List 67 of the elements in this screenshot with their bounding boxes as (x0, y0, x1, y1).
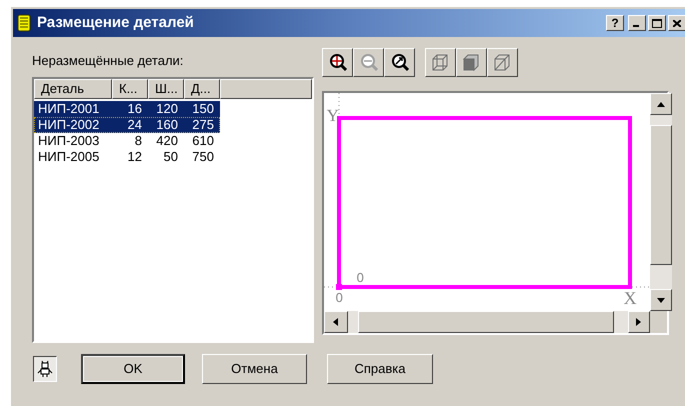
zoom-in-icon (327, 52, 348, 72)
list-cell-text: 16 (126, 101, 143, 117)
solid-cube-button[interactable] (456, 48, 487, 76)
y-axis-label: Y (326, 107, 339, 124)
window-title: Размещение деталей (37, 12, 195, 33)
horizontal-scrollbar[interactable] (324, 311, 650, 333)
list-row[interactable]: НИП-2001 16 120 150 (34, 101, 220, 117)
zoom-fit-icon (389, 52, 410, 72)
list-cell-text: 120 (155, 101, 179, 117)
dialog-button[interactable]: OK (81, 354, 185, 384)
cube-icon (492, 52, 512, 72)
dialog-button[interactable]: Отмена (202, 354, 307, 384)
scroll-right-button[interactable] (628, 311, 650, 333)
canvas-panel[interactable]: Y 0 0 X (322, 91, 669, 335)
list-cell-text: НИП-2003 (37, 133, 100, 149)
list-row[interactable]: НИП-2005 12 50 750 (34, 149, 220, 165)
zoom-out-icon (358, 52, 378, 72)
document-icon (17, 14, 31, 32)
scroll-up-button[interactable] (650, 93, 672, 115)
cube-button[interactable] (486, 48, 518, 76)
dialog-button[interactable]: Справка (327, 354, 433, 384)
column-header[interactable]: К... (112, 79, 148, 99)
help-button[interactable]: ? (606, 15, 624, 31)
column-header[interactable]: Д... (184, 79, 220, 99)
x-axis-label: X (624, 289, 637, 307)
list-cell-text: НИП-2005 (37, 149, 100, 165)
list-cell-text: НИП-2001 (37, 101, 100, 117)
list-cell-text: 750 (191, 149, 215, 165)
wireframe-cube-icon (430, 52, 450, 72)
horizontal-scroll-thumb[interactable] (358, 311, 614, 333)
left-arrow-icon (333, 318, 338, 326)
down-arrow-icon (656, 298, 665, 302)
list-cell-text: 150 (191, 101, 215, 117)
scroll-thumb[interactable] (650, 125, 672, 265)
origin-label: 0 (356, 271, 364, 284)
list-cell-text: 610 (191, 133, 215, 149)
robot-toggle-button[interactable] (33, 356, 57, 382)
maximize-button[interactable] (648, 15, 666, 31)
column-header[interactable]: Ш... (148, 79, 184, 99)
list-cell-text: 420 (155, 133, 179, 149)
list-cell-text: НИП-2002 (37, 117, 100, 133)
close-icon (673, 20, 681, 26)
list-cell-text: 8 (134, 133, 143, 149)
list-row[interactable]: НИП-2003 8 420 610 (34, 133, 220, 149)
list-label: Неразмещённые детали: (32, 52, 184, 70)
vertical-scrollbar[interactable] (650, 93, 672, 311)
list-cell-text: 12 (126, 149, 143, 165)
list-cell-text: 50 (162, 149, 179, 165)
zoom-fit-button[interactable] (384, 48, 415, 76)
robot-icon (37, 360, 53, 378)
maximize-icon (652, 18, 662, 28)
list-cell-text: 24 (126, 117, 143, 133)
list-row[interactable]: НИП-2002 24 160 275 (34, 117, 220, 133)
close-button[interactable] (668, 15, 685, 31)
x-zero-label: 0 (336, 291, 343, 304)
list-cell-text: 160 (155, 117, 179, 133)
zoom-in-button[interactable] (322, 48, 353, 76)
wireframe-cube-button[interactable] (424, 48, 456, 76)
column-header[interactable]: Деталь (34, 79, 112, 99)
up-arrow-icon (656, 102, 665, 106)
right-arrow-icon (636, 318, 642, 326)
solid-cube-icon (461, 52, 482, 72)
list-cell-text: 275 (191, 117, 215, 133)
scroll-down-button[interactable] (650, 289, 672, 311)
parts-list[interactable]: Деталь К... Ш... Д... НИП-2001 16 120 150 НИП-2002 24 160 275 НИП-2003 8 420 610 НИП-2005 12 50 750 (32, 77, 314, 343)
scroll-left-button[interactable] (324, 311, 348, 333)
minimize-button[interactable] (628, 15, 646, 31)
